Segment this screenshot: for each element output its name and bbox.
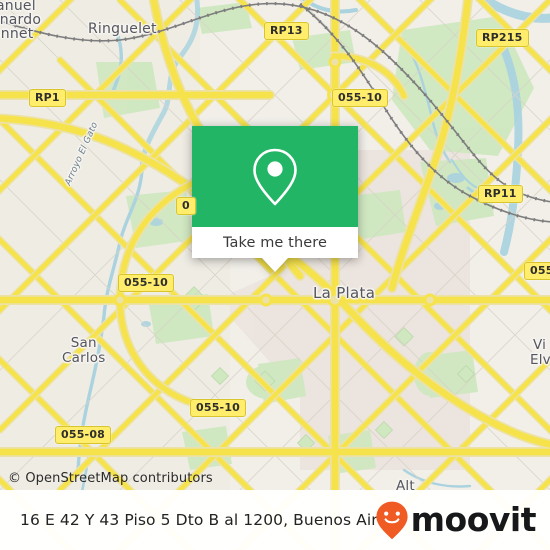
road-shield-rp215: RP215: [476, 29, 529, 47]
road-shield-rp13: RP13: [264, 22, 309, 40]
osm-attribution: © OpenStreetMap contributors: [8, 471, 213, 486]
road-shield-rp1: RP1: [29, 89, 66, 107]
map-canvas[interactable]: .rd { stroke:#f6e34c; stroke-linecap:rou…: [0, 0, 550, 550]
address-text: 16 E 42 Y 43 Piso 5 Dto B al 1200, Bueno…: [20, 511, 396, 529]
map-vector-layer: .rd { stroke:#f6e34c; stroke-linecap:rou…: [0, 0, 550, 550]
bottom-info-bar: 16 E 42 Y 43 Piso 5 Dto B al 1200, Bueno…: [0, 490, 550, 550]
take-me-there-button[interactable]: Take me there: [192, 227, 358, 258]
moovit-wordmark: moovit: [410, 500, 537, 539]
moovit-brand: moovit: [374, 500, 537, 540]
road-shield-rp11: RP11: [478, 185, 523, 203]
location-popup-card[interactable]: Take me there: [192, 126, 358, 272]
popup-image-area: [192, 126, 358, 227]
moovit-pin-smiley-icon: [376, 501, 408, 540]
road-shield-055-08: 055-08: [55, 426, 112, 444]
road-shield-055-10-south: 055-10: [190, 399, 247, 417]
road-shield-055-east-clipped: 055-: [524, 262, 550, 280]
popup-pointer-tail: [262, 258, 288, 272]
road-shield-hidden-behind-popup: 0: [176, 197, 196, 215]
map-pin-icon: [253, 148, 297, 205]
road-shield-055-10-west: 055-10: [118, 274, 175, 292]
road-shield-055-10-north: 055-10: [332, 89, 389, 107]
moovit-map-screenshot: .rd { stroke:#f6e34c; stroke-linecap:rou…: [0, 0, 550, 550]
